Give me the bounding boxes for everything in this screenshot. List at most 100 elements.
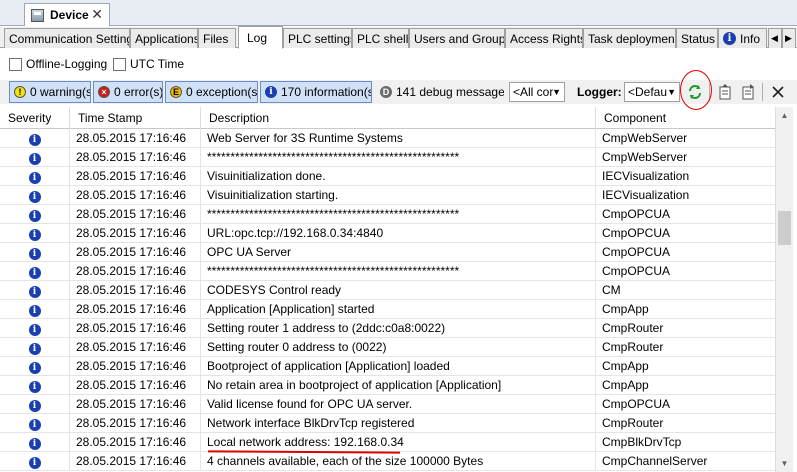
scrollbar-thumb[interactable] (778, 211, 791, 245)
logger-combo[interactable]: <Defau ▼ (624, 82, 680, 102)
description-cell: 4 channels available, each of the size 1… (201, 452, 596, 471)
component-cell: CmpOPCUA (602, 207, 671, 221)
table-row[interactable]: i 28.05.2015 17:16:46 ******************… (0, 262, 775, 281)
table-row[interactable]: i 28.05.2015 17:16:46 No retain area in … (0, 376, 775, 395)
component-cell: CmpWebServer (602, 150, 688, 164)
errors-filter-button[interactable]: × 0 error(s) (93, 81, 163, 103)
component-cell: CmpRouter (602, 416, 664, 430)
log-filter-toolbar: ! 0 warning(s) × 0 error(s) E 0 exceptio… (0, 80, 797, 104)
time-stamp-cell: 28.05.2015 17:16:46 (70, 300, 201, 319)
table-row[interactable]: i 28.05.2015 17:16:46 Setting router 1 a… (0, 319, 775, 338)
table-row[interactable]: i 28.05.2015 17:16:46 Bootproject of app… (0, 357, 775, 376)
time-stamp-cell: 28.05.2015 17:16:46 (70, 205, 201, 224)
tab-task-deployment[interactable]: Task deployment (583, 28, 676, 48)
component-cell: CmpOPCUA (602, 226, 671, 240)
warnings-count: 0 warning(s) (30, 85, 91, 99)
column-header-component[interactable]: Component (596, 107, 775, 129)
table-row[interactable]: i 28.05.2015 17:16:46 ******************… (0, 148, 775, 167)
info-icon: i (265, 86, 277, 98)
information-count: 170 information(s) (281, 85, 372, 99)
table-row[interactable]: i 28.05.2015 17:16:46 OPC UA Server CmpO… (0, 243, 775, 262)
description-cell: URL:opc.tcp://192.168.0.34:4840 (201, 224, 596, 243)
table-row[interactable]: i 28.05.2015 17:16:46 CODESYS Control re… (0, 281, 775, 300)
tab-scroll-left-button[interactable]: ◀ (768, 28, 782, 48)
info-icon: i (723, 32, 736, 45)
severity-cell: i (0, 319, 70, 338)
logger-combo-value: <Defau (628, 85, 668, 99)
time-stamp-cell: 28.05.2015 17:16:46 (70, 433, 201, 452)
close-icon[interactable]: ✕ (91, 6, 103, 22)
offline-logging-label: Offline-Logging (26, 57, 108, 71)
log-table: Severity Time Stamp Description Componen… (0, 107, 775, 472)
export-log-icon[interactable] (717, 83, 733, 101)
info-icon: i (28, 248, 41, 260)
tab-status[interactable]: Status (676, 28, 718, 48)
tab-label: Users and Groups (414, 31, 505, 46)
tab-users-and-groups[interactable]: Users and Groups (409, 28, 505, 48)
time-stamp-cell: 28.05.2015 17:16:46 (70, 224, 201, 243)
device-icon (31, 8, 44, 22)
debug-icon: D (380, 86, 392, 98)
table-row[interactable]: i 28.05.2015 17:16:46 Visuinitialization… (0, 167, 775, 186)
description-cell: Visuinitialization done. (201, 167, 596, 186)
table-row[interactable]: i 28.05.2015 17:16:46 Setting router 0 a… (0, 338, 775, 357)
time-stamp-cell: 28.05.2015 17:16:46 (70, 376, 201, 395)
tab-communication-settings[interactable]: Communication Settings (4, 28, 130, 48)
exceptions-filter-button[interactable]: E 0 exception(s) (165, 81, 258, 103)
tab-scroll-right-button[interactable]: ▶ (782, 28, 796, 48)
tab-log[interactable]: Log (238, 26, 283, 49)
table-row[interactable]: i 28.05.2015 17:16:46 Visuinitialization… (0, 186, 775, 205)
utc-time-checkbox[interactable] (113, 58, 126, 71)
offline-logging-checkbox[interactable] (9, 58, 22, 71)
device-document-tab[interactable]: Device ✕ (24, 3, 110, 26)
component-cell: CmpRouter (602, 340, 664, 354)
logger-label: Logger: (577, 85, 622, 99)
tab-files[interactable]: Files (198, 28, 236, 48)
info-icon: i (28, 153, 41, 165)
table-row[interactable]: i 28.05.2015 17:16:46 Local network addr… (0, 433, 775, 452)
table-row[interactable]: i 28.05.2015 17:16:46 Web Server for 3S … (0, 129, 775, 148)
severity-cell: i (0, 300, 70, 319)
debug-filter-button[interactable]: D 141 debug message(s) (375, 81, 505, 103)
scroll-up-icon[interactable]: ▲ (776, 107, 793, 124)
tab-info[interactable]: i Info (718, 28, 767, 48)
tab-access-rights[interactable]: Access Rights (505, 28, 583, 48)
table-row[interactable]: i 28.05.2015 17:16:46 Valid license foun… (0, 395, 775, 414)
table-row[interactable]: i 28.05.2015 17:16:46 Application [Appli… (0, 300, 775, 319)
table-row[interactable]: i 28.05.2015 17:16:46 4 channels availab… (0, 452, 775, 471)
component-cell: CmpBlkDrvTcp (602, 435, 682, 449)
info-icon: i (28, 172, 41, 184)
description-cell: Local network address: 192.168.0.34 (201, 433, 596, 452)
refresh-icon[interactable] (687, 83, 703, 101)
component-cell: CmpChannelServer (602, 454, 708, 468)
info-icon: i (28, 210, 41, 222)
error-icon: × (98, 86, 110, 98)
description-cell: Visuinitialization starting. (201, 186, 596, 205)
component-filter-combo[interactable]: <All cor ▼ (509, 82, 565, 102)
column-header-severity[interactable]: Severity (0, 107, 70, 129)
column-header-description[interactable]: Description (201, 107, 596, 129)
component-cell: CmpApp (602, 359, 649, 373)
tab-applications[interactable]: Applications (130, 28, 198, 48)
table-row[interactable]: i 28.05.2015 17:16:46 ******************… (0, 205, 775, 224)
info-icon: i (28, 400, 41, 412)
tab-plc-shell[interactable]: PLC shell (352, 28, 409, 48)
description-cell: OPC UA Server (201, 243, 596, 262)
vertical-scrollbar[interactable]: ▲ ▼ (775, 107, 793, 472)
tab-plc-settings[interactable]: PLC settings (283, 28, 352, 48)
table-row[interactable]: i 28.05.2015 17:16:46 Network interface … (0, 414, 775, 433)
info-icon: i (28, 267, 41, 279)
clear-log-icon[interactable] (770, 83, 786, 101)
document-tab-title: Device (50, 8, 89, 22)
exception-icon: E (170, 86, 182, 98)
tab-label: Info (740, 31, 761, 46)
warnings-filter-button[interactable]: ! 0 warning(s) (9, 81, 91, 103)
info-icon: i (28, 191, 41, 203)
column-header-time-stamp[interactable]: Time Stamp (70, 107, 201, 129)
time-stamp-cell: 28.05.2015 17:16:46 (70, 186, 201, 205)
tab-label: Status (681, 31, 716, 46)
information-filter-button[interactable]: i 170 information(s) (260, 81, 372, 103)
import-log-icon[interactable] (740, 83, 756, 101)
table-row[interactable]: i 28.05.2015 17:16:46 URL:opc.tcp://192.… (0, 224, 775, 243)
scroll-down-icon[interactable]: ▼ (776, 455, 793, 472)
